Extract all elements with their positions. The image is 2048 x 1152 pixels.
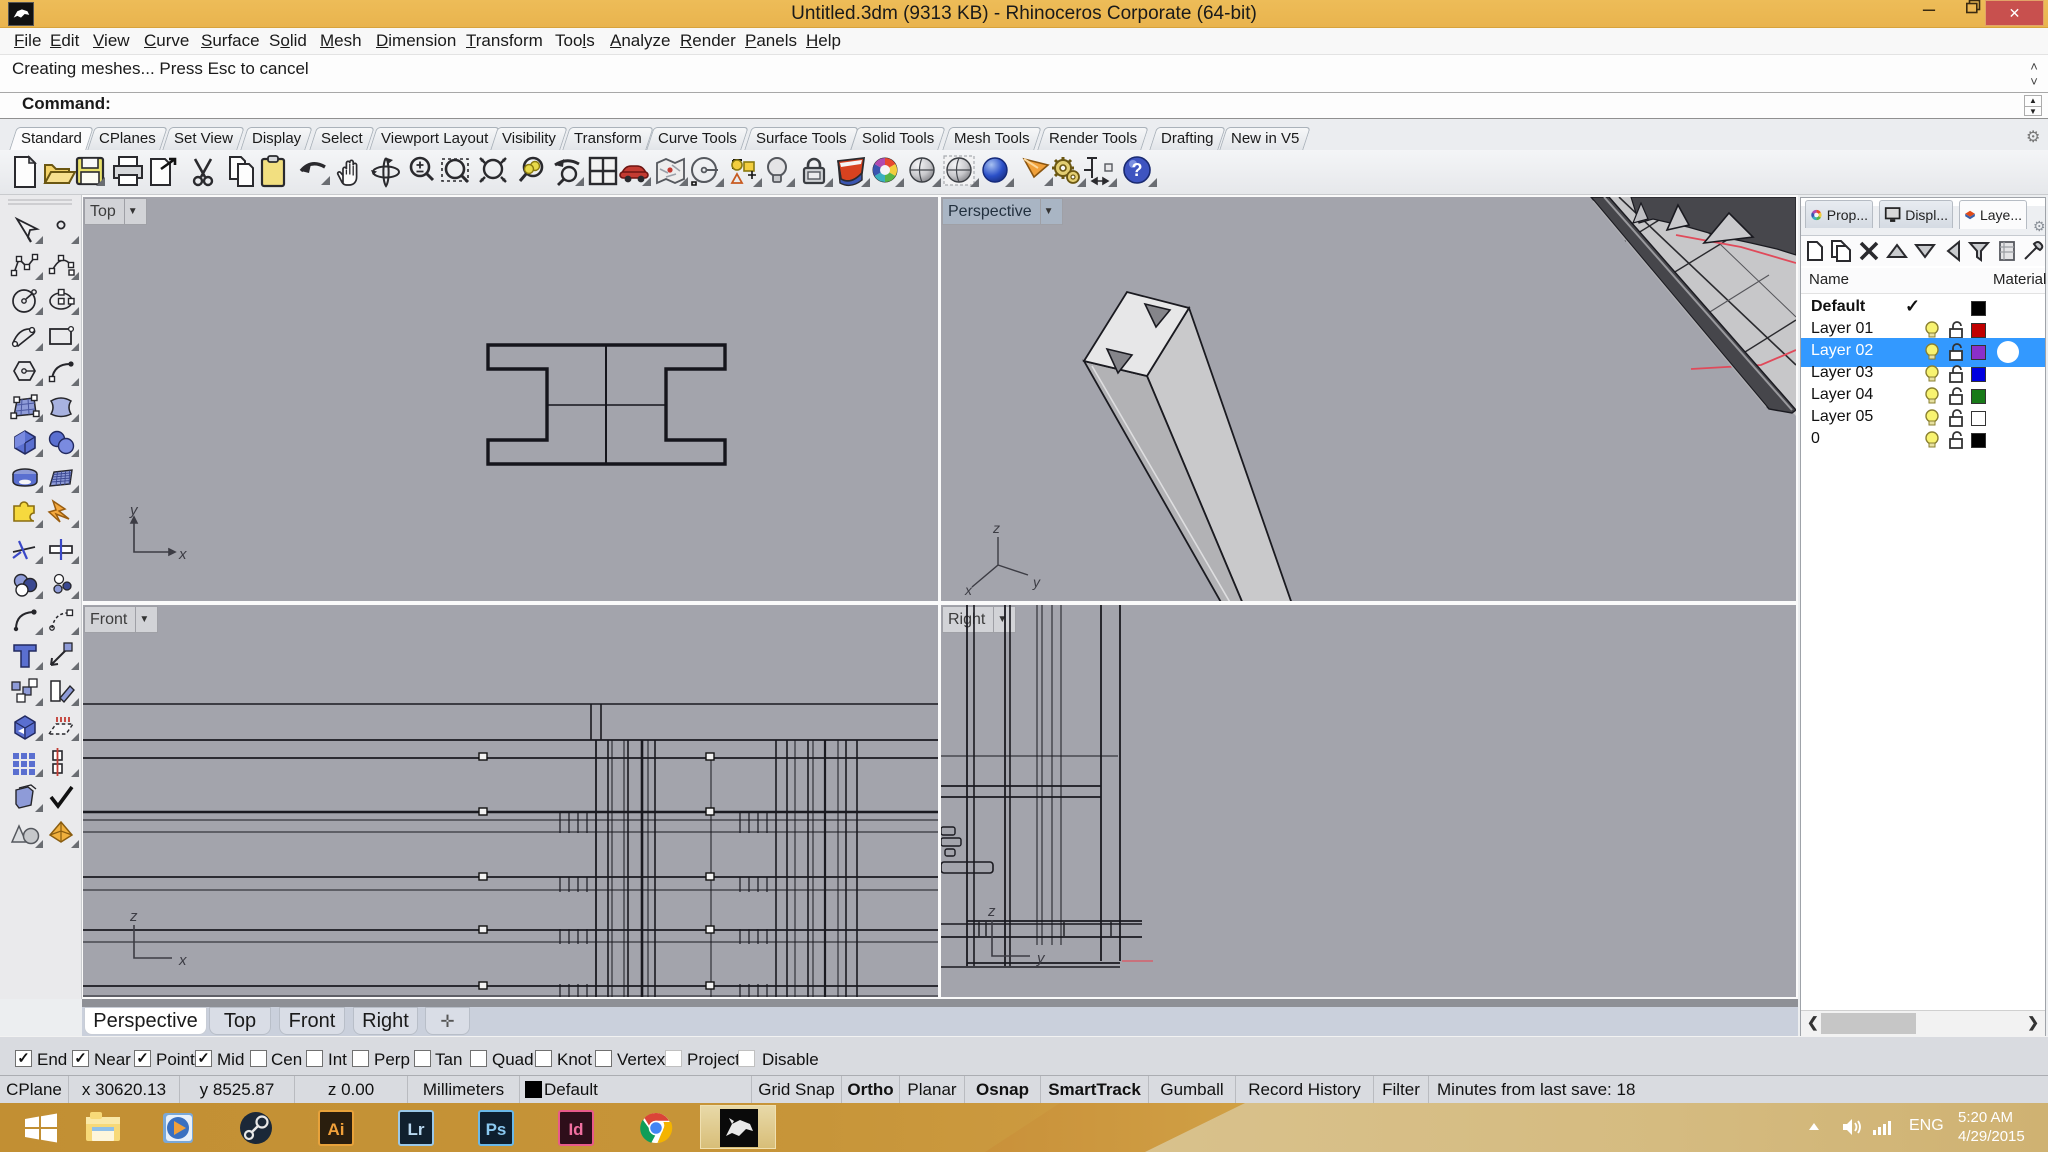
svg-text:y: y (1032, 574, 1041, 590)
svg-text:x: x (964, 582, 973, 598)
svg-text:z: z (992, 520, 1000, 536)
svg-text:x: x (178, 952, 187, 969)
svg-text:Ps: Ps (486, 1120, 507, 1139)
svg-text:?: ? (1132, 160, 1143, 180)
svg-text:y: y (1036, 950, 1046, 967)
svg-text:Ai: Ai (328, 1120, 345, 1139)
svg-text:z: z (987, 903, 996, 920)
svg-text:y: y (129, 502, 139, 519)
svg-text:Id: Id (568, 1120, 583, 1139)
svg-text:z: z (129, 908, 138, 925)
svg-text:x: x (178, 546, 187, 563)
svg-text:Lr: Lr (408, 1120, 425, 1139)
